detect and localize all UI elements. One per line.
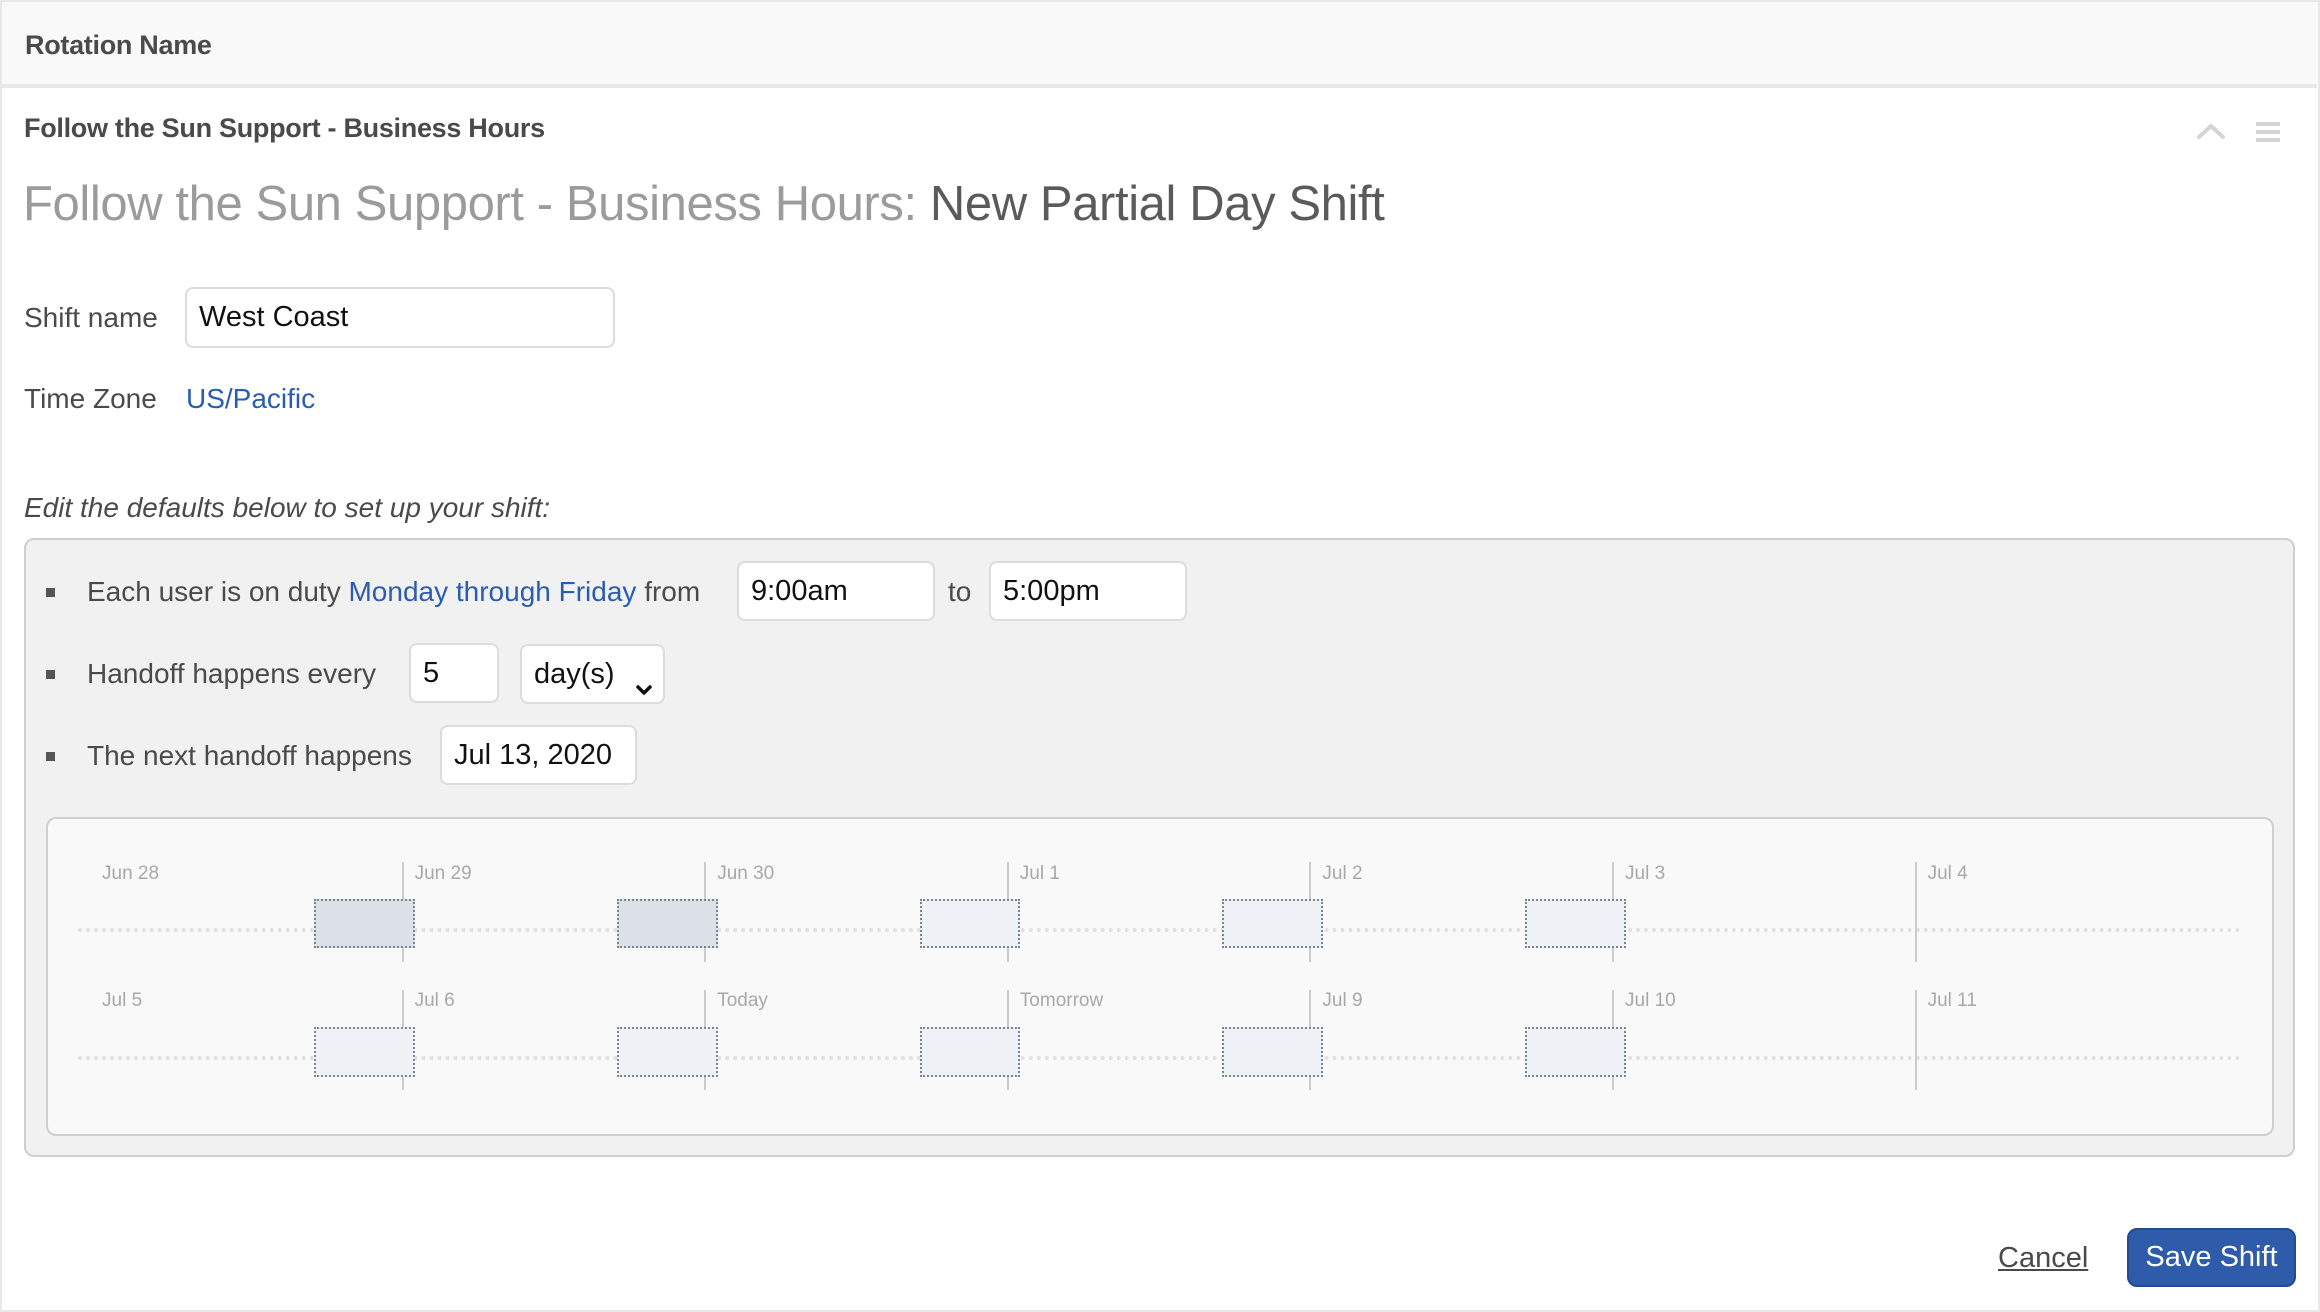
save-shift-button[interactable]: Save Shift — [2127, 1228, 2296, 1287]
page-title-rotation: Follow the Sun Support - Business Hours: — [23, 177, 917, 231]
to-label: to — [948, 576, 972, 607]
end-time-input[interactable] — [989, 561, 1187, 621]
bullet — [46, 670, 55, 679]
shift-name-input[interactable] — [185, 287, 615, 348]
handoff-unit-select[interactable]: day(s) — [520, 644, 665, 704]
handoff-interval-label: Handoff happens every — [87, 658, 377, 689]
page-title-action: New Partial Day Shift — [929, 177, 1385, 231]
hamburger-menu-icon[interactable] — [2254, 120, 2282, 144]
shift-block[interactable] — [919, 899, 1021, 948]
duty-from-label: from — [644, 576, 701, 607]
shift-block[interactable] — [1524, 1027, 1626, 1077]
shift-block[interactable] — [1222, 899, 1323, 948]
defaults-note: Edit the defaults below to set up your s… — [24, 492, 551, 523]
time-zone-label: Time Zone — [24, 383, 157, 414]
chevron-up-icon[interactable] — [2196, 118, 2226, 142]
shift-block[interactable] — [616, 899, 718, 948]
shift-block[interactable] — [919, 1027, 1021, 1077]
cancel-button[interactable]: Cancel — [1998, 1242, 2088, 1275]
shift-preview-calendar — [46, 817, 2274, 1136]
shift-block[interactable] — [314, 899, 416, 948]
chevron-down-icon — [635, 660, 653, 695]
duty-prefix: Each user is on duty — [87, 576, 341, 607]
handoff-unit-value: day(s) — [534, 658, 615, 690]
next-handoff-label: The next handoff happens — [87, 740, 412, 771]
handoff-interval-input[interactable] — [409, 643, 499, 703]
duty-row: Each user is on duty Monday through Frid… — [87, 576, 700, 608]
table-header: Rotation Name — [2, 2, 2317, 88]
next-handoff-date-input[interactable] — [440, 725, 637, 785]
bullet — [46, 752, 55, 761]
shift-name-label: Shift name — [24, 302, 158, 333]
time-zone-link[interactable]: US/Pacific — [186, 383, 315, 415]
shift-block[interactable] — [1222, 1027, 1323, 1077]
start-time-input[interactable] — [737, 561, 935, 621]
shift-block[interactable] — [1524, 899, 1626, 948]
shift-block[interactable] — [616, 1027, 718, 1077]
column-header-rotation-name: Rotation Name — [25, 30, 212, 60]
shift-block[interactable] — [314, 1027, 416, 1077]
rotation-name: Follow the Sun Support - Business Hours — [24, 113, 545, 143]
page-title: Follow the Sun Support - Business Hours:… — [23, 176, 1385, 232]
bullet — [46, 588, 55, 597]
duty-days-link[interactable]: Monday through Friday — [348, 576, 636, 607]
